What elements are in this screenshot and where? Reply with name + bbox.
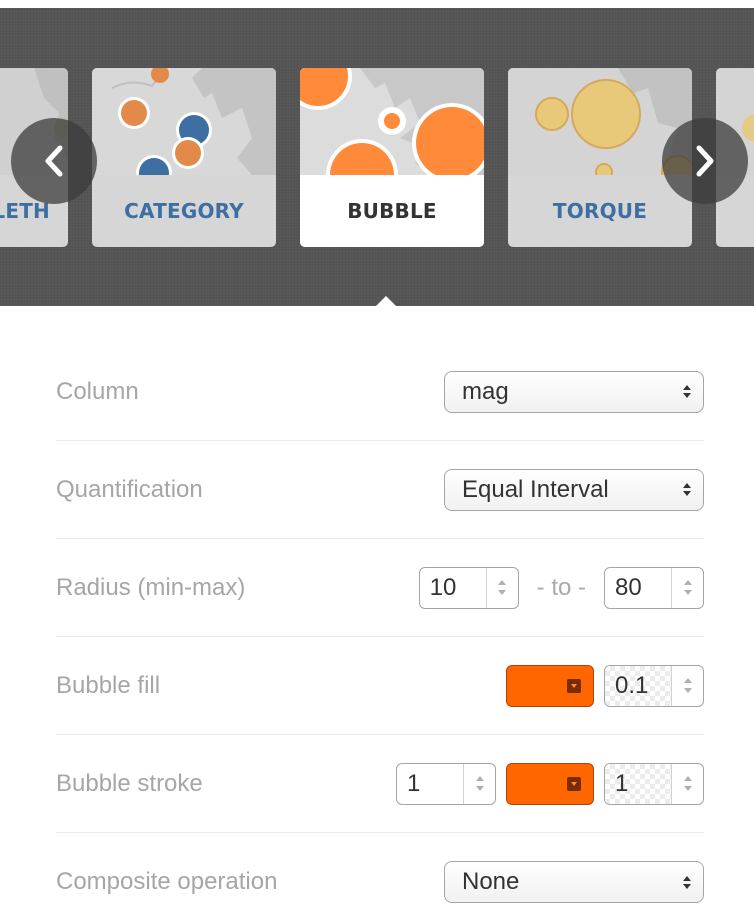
quantification-row: Quantification Equal Interval <box>56 441 704 539</box>
dropdown-caret-icon <box>567 678 581 693</box>
dropdown-caret-icon <box>567 776 581 791</box>
card-bubble[interactable]: BUBBLE <box>300 68 484 247</box>
spinner-icon[interactable] <box>671 665 703 706</box>
bubble-fill-color-picker[interactable] <box>506 664 594 707</box>
select-arrows-icon <box>683 483 691 496</box>
select-arrows-icon <box>683 875 691 889</box>
composite-row: Composite operation None <box>56 833 704 910</box>
bubble-settings-form: Column mag Quantification Equal Interval… <box>56 343 704 910</box>
bubble-stroke-opacity-value: 1 <box>605 763 671 804</box>
bubble-stroke-label: Bubble stroke <box>56 769 203 797</box>
quantification-label: Quantification <box>56 475 203 503</box>
quantification-select[interactable]: Equal Interval <box>444 468 704 511</box>
spinner-icon[interactable] <box>671 763 703 804</box>
radius-min-input[interactable]: 10 <box>418 566 519 609</box>
chevron-right-icon <box>696 145 714 177</box>
bubble-stroke-color-picker[interactable] <box>506 762 594 805</box>
spinner-icon[interactable] <box>463 763 495 804</box>
bubble-fill-opacity-value: 0.1 <box>605 665 671 706</box>
bubble-fill-row: Bubble fill 0.1 <box>56 637 704 735</box>
category-thumbnail <box>92 68 276 175</box>
carousel-next-button[interactable] <box>662 118 748 204</box>
column-select[interactable]: mag <box>444 370 704 413</box>
composite-select[interactable]: None <box>444 861 704 903</box>
column-row: Column mag <box>56 343 704 441</box>
spinner-icon[interactable] <box>671 567 703 608</box>
radius-max-input[interactable]: 80 <box>604 566 704 609</box>
selected-pointer <box>368 296 404 306</box>
bubble-stroke-opacity-input[interactable]: 1 <box>604 762 704 805</box>
spinner-icon[interactable] <box>485 567 518 608</box>
chevron-left-icon <box>45 145 63 177</box>
wizard-carousel: LETH CATEGORY <box>0 8 754 306</box>
column-label: Column <box>56 377 139 405</box>
quantification-value: Equal Interval <box>462 475 609 503</box>
card-label: BUBBLE <box>300 175 484 247</box>
bubble-thumbnail <box>300 68 484 175</box>
card-category[interactable]: CATEGORY <box>92 68 276 247</box>
composite-value: None <box>462 868 520 895</box>
bubble-stroke-width-value: 1 <box>407 769 421 797</box>
select-arrows-icon <box>683 385 691 398</box>
bubble-stroke-width-input[interactable]: 1 <box>396 762 496 805</box>
radius-max-value: 80 <box>615 573 642 601</box>
bubble-stroke-row: Bubble stroke 1 1 <box>56 735 704 833</box>
carousel-prev-button[interactable] <box>11 118 97 204</box>
radius-separator: - to - <box>536 573 586 601</box>
radius-row: Radius (min-max) 10 - to - 80 <box>56 539 704 637</box>
column-value: mag <box>462 377 509 405</box>
radius-label: Radius (min-max) <box>56 573 246 601</box>
card-label: TORQUE <box>552 199 648 223</box>
composite-label: Composite operation <box>56 868 278 895</box>
card-label: CATEGORY <box>124 199 244 223</box>
radius-min-value: 10 <box>429 573 457 601</box>
bubble-fill-opacity-input[interactable]: 0.1 <box>604 664 704 707</box>
bubble-fill-label: Bubble fill <box>56 671 161 699</box>
